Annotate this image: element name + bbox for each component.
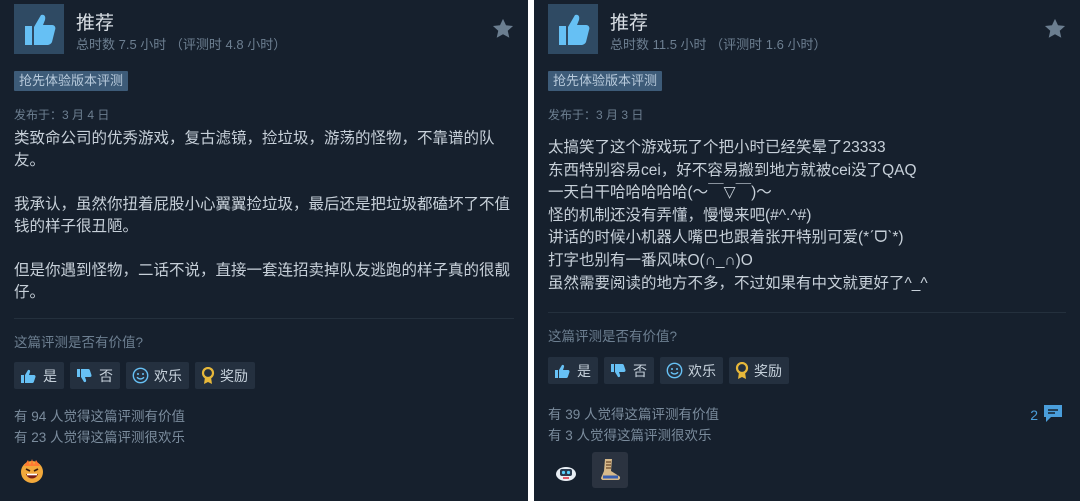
review-header: 推荐 总时数 11.5 小时 （评测时 1.6 小时） bbox=[534, 0, 1080, 58]
vote-no-label: 否 bbox=[99, 367, 113, 384]
recommendation-label: 推荐 bbox=[76, 13, 115, 34]
review-counts: 有 94 人觉得这篇评测有价值 有 23 人觉得这篇评测很欢乐 bbox=[14, 406, 185, 448]
vote-funny-label: 欢乐 bbox=[688, 362, 716, 379]
speech-bubble-icon bbox=[1042, 402, 1064, 427]
award-list bbox=[548, 452, 628, 488]
vote-buttons: 是 否 欢乐 奖励 bbox=[14, 362, 255, 389]
award-ribbon-icon bbox=[201, 366, 215, 385]
vote-yes-label: 是 bbox=[43, 367, 57, 384]
laughing-face-award-icon[interactable] bbox=[14, 453, 50, 489]
review-text: 类致命公司的优秀游戏，复古滤镜，捡垃圾，游荡的怪物，不靠谱的队友。 我承认，虽然… bbox=[14, 128, 519, 326]
vote-funny-button[interactable]: 欢乐 bbox=[660, 357, 723, 384]
award-button[interactable]: 奖励 bbox=[729, 357, 789, 384]
review-text: 太搞笑了这个游戏玩了个把小时已经笑晕了23333 东西特别容易cei，好不容易搬… bbox=[548, 137, 1068, 295]
smiley-icon bbox=[666, 362, 683, 379]
thumbs-up-icon bbox=[20, 368, 38, 384]
vote-funny-label: 欢乐 bbox=[154, 367, 182, 384]
award-ribbon-icon bbox=[735, 361, 749, 380]
posted-date: 发布于：3 月 4 日 bbox=[14, 108, 110, 122]
vote-yes-button[interactable]: 是 bbox=[548, 357, 598, 384]
recommendation-label: 推荐 bbox=[610, 13, 649, 34]
playtime-hours: 总时数 7.5 小时 （评测时 4.8 小时） bbox=[76, 37, 287, 52]
review-counts: 有 39 人觉得这篇评测有价值 有 3 人觉得这篇评测很欢乐 bbox=[548, 404, 719, 446]
thumbs-up-icon bbox=[554, 363, 572, 379]
smiley-icon bbox=[132, 367, 149, 384]
review-line: 太搞笑了这个游戏玩了个把小时已经笑晕了23333 bbox=[548, 139, 886, 156]
review-line: 虽然需要阅读的地方不多，不过如果有中文就更好了^_^ bbox=[548, 274, 928, 292]
vote-no-button[interactable]: 否 bbox=[604, 357, 654, 384]
thumbs-up-icon bbox=[548, 4, 598, 54]
review-line: 东西特别容易cei，好不容易搬到地方就被cei没了QAQ bbox=[548, 161, 917, 179]
vote-no-label: 否 bbox=[633, 362, 647, 379]
vote-funny-button[interactable]: 欢乐 bbox=[126, 362, 189, 389]
vote-yes-button[interactable]: 是 bbox=[14, 362, 64, 389]
early-access-tag: 抢先体验版本评测 bbox=[14, 71, 129, 91]
review-line: 讲话的时候小机器人嘴巴也跟着张开特别可爱(*ˊᗜˋ*) bbox=[548, 229, 904, 247]
review-line: 打字也别有一番风味O(∩_∩)O bbox=[548, 251, 753, 269]
review-card-right: 推荐 总时数 11.5 小时 （评测时 1.6 小时） 抢先体验版本评测 发布于… bbox=[534, 0, 1080, 501]
early-access-tag: 抢先体验版本评测 bbox=[548, 71, 663, 91]
star-icon[interactable] bbox=[492, 18, 514, 44]
review-line: 一天白干哈哈哈哈哈(～￣▽￣)～ bbox=[548, 184, 772, 202]
review-header: 推荐 总时数 7.5 小时 （评测时 4.8 小时） bbox=[0, 0, 528, 58]
divider bbox=[14, 318, 514, 319]
helpful-question: 这篇评测是否有价值? bbox=[548, 329, 678, 344]
playtime-hours: 总时数 11.5 小时 （评测时 1.6 小时） bbox=[610, 37, 827, 52]
divider bbox=[548, 312, 1066, 313]
award-button[interactable]: 奖励 bbox=[195, 362, 255, 389]
award-list bbox=[14, 453, 50, 489]
review-paragraph: 我承认，虽然你扭着屁股小心翼翼捡垃圾，最后还是把垃圾都磕坏了不值钱的样子很丑陋。 bbox=[14, 196, 511, 235]
review-paragraph: 但是你遇到怪物，二话不说，直接一套连招卖掉队友逃跑的样子真的很靓仔。 bbox=[14, 262, 511, 301]
funny-count: 有 23 人觉得这篇评测很欢乐 bbox=[14, 430, 186, 445]
award-label: 奖励 bbox=[220, 367, 248, 384]
posted-date: 发布于：3 月 3 日 bbox=[548, 108, 644, 122]
helpful-question: 这篇评测是否有价值? bbox=[14, 335, 144, 350]
award-label: 奖励 bbox=[754, 362, 782, 379]
review-paragraph: 类致命公司的优秀游戏，复古滤镜，捡垃圾，游荡的怪物，不靠谱的队友。 bbox=[14, 130, 495, 169]
comment-count: 2 bbox=[1030, 406, 1038, 423]
robot-award-icon[interactable] bbox=[548, 452, 584, 488]
vote-buttons: 是 否 欢乐 奖励 bbox=[548, 357, 789, 384]
vote-no-button[interactable]: 否 bbox=[70, 362, 120, 389]
helpful-count: 有 39 人觉得这篇评测有价值 bbox=[548, 407, 720, 422]
star-icon[interactable] bbox=[1044, 18, 1066, 44]
thumbs-down-icon bbox=[610, 363, 628, 379]
thumbs-up-icon bbox=[14, 4, 64, 54]
vote-yes-label: 是 bbox=[577, 362, 591, 379]
funny-count: 有 3 人觉得这篇评测很欢乐 bbox=[548, 428, 712, 443]
helpful-count: 有 94 人觉得这篇评测有价值 bbox=[14, 409, 186, 424]
review-card-left: 推荐 总时数 7.5 小时 （评测时 4.8 小时） 抢先体验版本评测 发布于：… bbox=[0, 0, 528, 501]
thumbs-down-icon bbox=[76, 368, 94, 384]
boot-award-icon[interactable] bbox=[592, 452, 628, 488]
review-line: 怪的机制还没有弄懂，慢慢来吧(#^.^#) bbox=[548, 206, 812, 224]
comments-link[interactable]: 2 bbox=[1030, 402, 1064, 427]
